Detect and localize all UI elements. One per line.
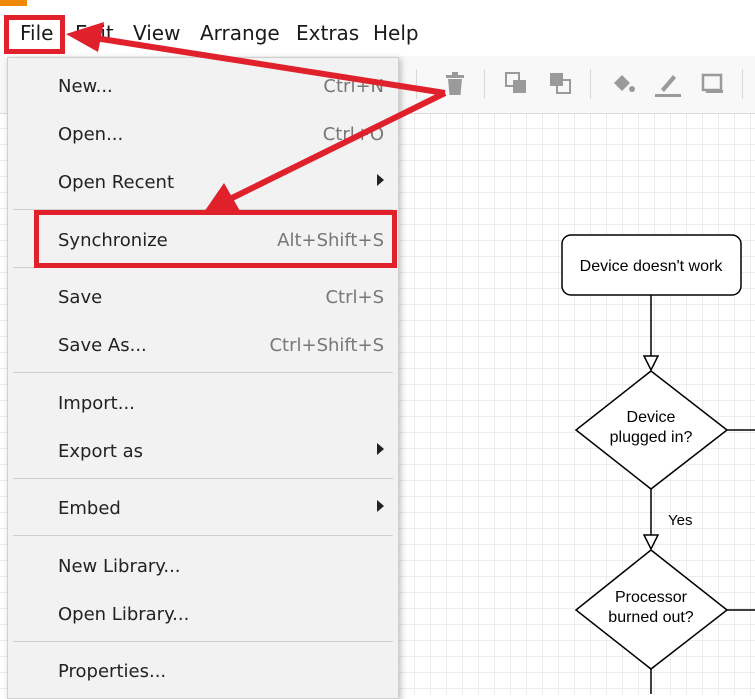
decision-label-line: Processor xyxy=(615,589,688,606)
synchronize-highlight-box xyxy=(34,210,397,268)
menu-item-label: Open Library... xyxy=(58,604,190,625)
menu-separator xyxy=(13,535,393,536)
menu-item-save[interactable]: Save Ctrl+S xyxy=(8,276,398,320)
menu-edit[interactable]: Edit xyxy=(75,16,114,50)
menu-extras[interactable]: Extras xyxy=(296,16,359,50)
toolbar-separator xyxy=(416,69,417,99)
menu-item-shortcut: Ctrl+N xyxy=(323,76,384,97)
arrowhead xyxy=(642,534,660,551)
shadow-icon[interactable] xyxy=(698,69,728,99)
menu-item-shortcut: Ctrl+O xyxy=(322,124,384,145)
submenu-arrow-icon xyxy=(377,174,384,186)
menu-item-new-library[interactable]: New Library... xyxy=(8,545,398,589)
menu-separator xyxy=(13,372,393,373)
menu-bar: File Edit View Arrange Extras Help xyxy=(0,6,755,56)
menu-item-save-as[interactable]: Save As... Ctrl+Shift+S xyxy=(8,324,398,368)
menu-separator xyxy=(13,641,393,642)
arrowhead xyxy=(642,355,660,372)
toolbar-separator xyxy=(590,69,591,99)
start-node-label: Device doesn't work xyxy=(580,258,724,275)
menu-item-open-library[interactable]: Open Library... xyxy=(8,593,398,637)
menu-item-shortcut: Ctrl+S xyxy=(325,287,384,308)
delete-icon[interactable] xyxy=(440,69,470,99)
menu-item-label: Open... xyxy=(58,124,124,145)
menu-item-label: Embed xyxy=(58,498,121,519)
menu-item-label: Properties... xyxy=(58,661,167,682)
menu-item-export-as[interactable]: Export as xyxy=(8,430,398,474)
menu-item-label: Export as xyxy=(58,441,144,462)
menu-item-label: New Library... xyxy=(58,556,181,577)
to-front-icon[interactable] xyxy=(502,69,532,99)
decision-label-line: Device xyxy=(627,409,676,426)
toolbar-separator xyxy=(484,69,485,99)
menu-item-label: Save As... xyxy=(58,335,147,356)
line-color-icon[interactable] xyxy=(653,69,683,99)
menu-view[interactable]: View xyxy=(133,16,180,50)
decision-label-line: burned out? xyxy=(608,609,694,626)
menu-item-label: Open Recent xyxy=(58,172,175,193)
to-back-icon[interactable] xyxy=(546,69,576,99)
menu-separator xyxy=(13,478,393,479)
menu-item-properties[interactable]: Properties... xyxy=(8,650,398,694)
file-menu-dropdown: New... Ctrl+N Open... Ctrl+O Open Recent… xyxy=(7,57,399,699)
submenu-arrow-icon xyxy=(377,500,384,512)
decision-label-line: plugged in? xyxy=(610,429,693,446)
menu-item-label: Import... xyxy=(58,393,135,414)
submenu-arrow-icon xyxy=(377,443,384,455)
menu-help[interactable]: Help xyxy=(373,16,419,50)
edge-label-yes: Yes xyxy=(668,512,692,529)
menu-item-embed[interactable]: Embed xyxy=(8,487,398,531)
fill-color-icon[interactable] xyxy=(608,69,638,99)
menu-item-open[interactable]: Open... Ctrl+O xyxy=(8,113,398,157)
menu-arrange[interactable]: Arrange xyxy=(200,16,280,50)
menu-item-new[interactable]: New... Ctrl+N xyxy=(8,65,398,109)
menu-item-open-recent[interactable]: Open Recent xyxy=(8,161,398,205)
menu-item-import[interactable]: Import... xyxy=(8,382,398,426)
menu-item-shortcut: Ctrl+Shift+S xyxy=(269,335,384,356)
menu-item-label: New... xyxy=(58,76,113,97)
toolbar-separator xyxy=(742,69,743,99)
menu-item-label: Save xyxy=(58,287,103,308)
file-highlight-box xyxy=(4,15,65,54)
